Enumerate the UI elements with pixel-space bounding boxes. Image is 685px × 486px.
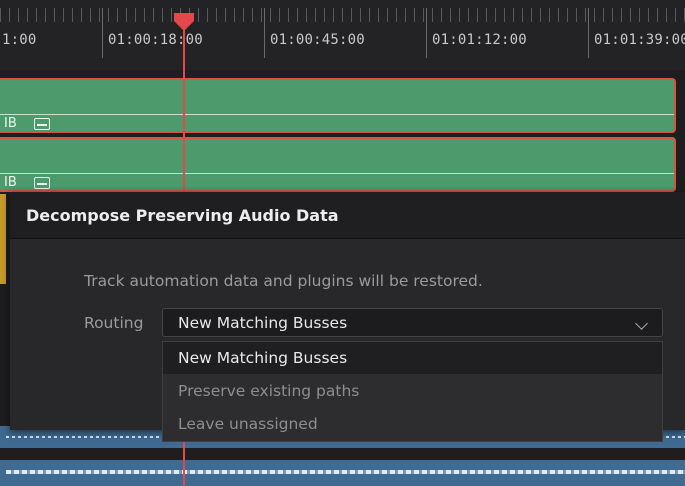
- routing-option-new-matching-busses[interactable]: New Matching Busses: [163, 342, 662, 374]
- decompose-dialog: Decompose Preserving Audio Data Track au…: [10, 192, 685, 442]
- option-label: New Matching Busses: [178, 349, 348, 367]
- timecode-label: 01:01:12:00: [432, 32, 527, 48]
- routing-selected-value: New Matching Busses: [178, 314, 348, 332]
- ruler-major-tick: [426, 8, 427, 58]
- option-label: Leave unassigned: [178, 415, 318, 433]
- waveform-line: [6, 470, 685, 474]
- option-label: Preserve existing paths: [178, 382, 360, 400]
- clip-label: IB: [4, 116, 17, 131]
- routing-option-preserve-existing-paths[interactable]: Preserve existing paths: [163, 375, 662, 407]
- ruler-major-tick: [102, 8, 103, 58]
- routing-dropdown-menu: New Matching Busses Preserve existing pa…: [162, 341, 663, 442]
- timeline-ruler[interactable]: 1:00 01:00:18:00 01:00:45:00 01:01:12:00…: [0, 0, 685, 71]
- clip-type-icon: [34, 177, 50, 189]
- audio-clip[interactable]: IB: [0, 137, 676, 192]
- clip-type-icon: [34, 118, 50, 130]
- dialog-title: Decompose Preserving Audio Data: [26, 206, 339, 225]
- routing-select[interactable]: New Matching Busses: [162, 308, 663, 337]
- chevron-down-icon: [635, 317, 648, 330]
- timecode-label: 01:01:39:00: [594, 32, 685, 48]
- dialog-header: Decompose Preserving Audio Data: [10, 192, 685, 239]
- ruler-major-tick: [588, 8, 589, 58]
- track-color-strip: [0, 194, 6, 284]
- dialog-message: Track automation data and plugins will b…: [84, 272, 483, 290]
- waveform-line: [0, 114, 674, 115]
- waveform-line: [0, 173, 674, 174]
- timecode-label: 1:00: [2, 32, 37, 48]
- ruler-major-tick: [264, 8, 265, 58]
- timecode-label: 01:00:45:00: [270, 32, 365, 48]
- audio-clip-blue[interactable]: [0, 460, 685, 486]
- routing-option-leave-unassigned[interactable]: Leave unassigned: [163, 408, 662, 440]
- clip-label: IB: [4, 175, 17, 190]
- audio-clip[interactable]: IB: [0, 78, 676, 133]
- routing-label: Routing: [84, 314, 144, 332]
- playhead-marker-icon[interactable]: [173, 12, 195, 32]
- timecode-label: 01:00:18:00: [108, 32, 203, 48]
